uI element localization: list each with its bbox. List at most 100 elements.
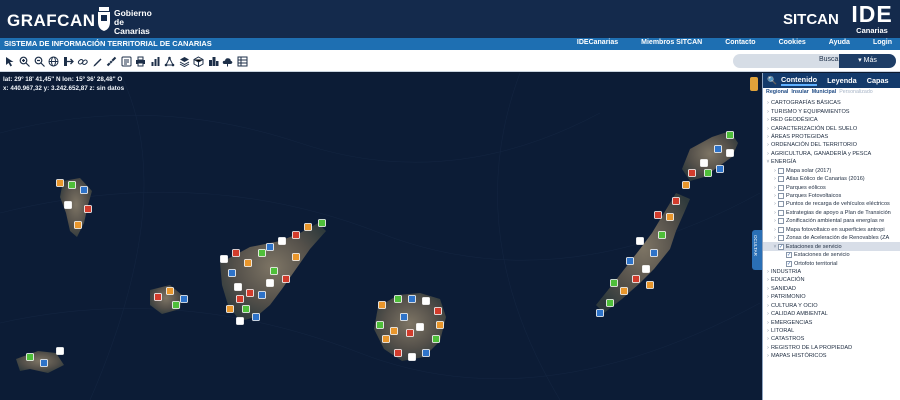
fuel-station-marker[interactable] bbox=[74, 221, 82, 229]
fuel-station-marker[interactable] bbox=[422, 297, 430, 305]
tab-leyenda[interactable]: Leyenda bbox=[827, 76, 857, 85]
fuel-station-marker[interactable] bbox=[700, 159, 708, 167]
fuel-station-marker[interactable] bbox=[606, 299, 614, 307]
nav-link-contacto[interactable]: Contacto bbox=[725, 39, 755, 46]
globe-icon[interactable] bbox=[47, 54, 62, 68]
layer-tree-row[interactable]: › CULTURA Y OCIO bbox=[763, 302, 900, 310]
fuel-station-marker[interactable] bbox=[682, 181, 690, 189]
layer-checkbox[interactable] bbox=[778, 184, 784, 191]
fuel-station-marker[interactable] bbox=[80, 186, 88, 194]
select-icon[interactable] bbox=[3, 54, 18, 68]
fuel-station-marker[interactable] bbox=[610, 279, 618, 287]
nav-link-miembros[interactable]: Miembros SITCAN bbox=[641, 39, 702, 46]
zoom-out-icon[interactable] bbox=[32, 54, 47, 68]
layer-tree-row[interactable]: › Mapa fotovoltaico en superficies antrop… bbox=[763, 226, 900, 234]
cloud-icon[interactable] bbox=[221, 54, 236, 68]
fuel-station-marker[interactable] bbox=[258, 249, 266, 257]
fuel-station-marker[interactable] bbox=[726, 149, 734, 157]
fuel-station-marker[interactable] bbox=[406, 329, 414, 337]
layer-tree-row[interactable]: › CARTOGRAFÍAS BÁSICAS bbox=[763, 99, 900, 107]
fuel-station-marker[interactable] bbox=[436, 321, 444, 329]
layer-checkbox[interactable] bbox=[778, 193, 784, 200]
layer-checkbox[interactable]: ✓ bbox=[786, 252, 792, 259]
fuel-station-marker[interactable] bbox=[422, 349, 430, 357]
layer-checkbox[interactable] bbox=[778, 176, 784, 183]
fuel-station-marker[interactable] bbox=[378, 301, 386, 309]
fuel-station-marker[interactable] bbox=[228, 269, 236, 277]
layer-tree-row[interactable]: › Parques Fotovoltaicos bbox=[763, 192, 900, 200]
layer-tree-row[interactable]: ✓ Estaciones de servicio bbox=[763, 251, 900, 259]
ide-canarias-logo[interactable]: IDE Canarias bbox=[850, 2, 894, 35]
fuel-station-marker[interactable] bbox=[258, 291, 266, 299]
fuel-station-marker[interactable] bbox=[56, 347, 64, 355]
layer-tree-row[interactable]: › AGRICULTURA, GANADERÍA y PESCA bbox=[763, 150, 900, 158]
fuel-station-marker[interactable] bbox=[232, 249, 240, 257]
fuel-station-marker[interactable] bbox=[180, 295, 188, 303]
fuel-station-marker[interactable] bbox=[382, 335, 390, 343]
layer-tree-row[interactable]: › Puntos de recarga de vehículos eléctric… bbox=[763, 200, 900, 208]
layer-tree-row[interactable]: › MAPAS HISTÓRICOS bbox=[763, 352, 900, 360]
fuel-station-marker[interactable] bbox=[266, 243, 274, 251]
table-icon[interactable] bbox=[235, 54, 250, 68]
fuel-station-marker[interactable] bbox=[632, 275, 640, 283]
fuel-station-marker[interactable] bbox=[672, 197, 680, 205]
layer-tree-row[interactable]: › CARACTERIZACIÓN DEL SUELO bbox=[763, 124, 900, 132]
panel-toggle-tab[interactable]: OCULTAR bbox=[752, 230, 762, 270]
fuel-station-marker[interactable] bbox=[68, 181, 76, 189]
fuel-station-marker[interactable] bbox=[408, 295, 416, 303]
fuel-station-marker[interactable] bbox=[26, 353, 34, 361]
fuel-station-marker[interactable] bbox=[236, 295, 244, 303]
layer-tree-row[interactable]: › CALIDAD AMBIENTAL bbox=[763, 310, 900, 318]
fuel-station-marker[interactable] bbox=[646, 281, 654, 289]
layer-tree-row[interactable]: › Mapa solar (2017) bbox=[763, 167, 900, 175]
layer-tree-row[interactable]: › INDUSTRIA bbox=[763, 268, 900, 276]
fuel-station-marker[interactable] bbox=[318, 219, 326, 227]
fuel-station-marker[interactable] bbox=[292, 231, 300, 239]
fuel-station-marker[interactable] bbox=[400, 313, 408, 321]
fuel-station-marker[interactable] bbox=[416, 323, 424, 331]
fuel-station-marker[interactable] bbox=[154, 293, 162, 301]
fuel-station-marker[interactable] bbox=[166, 287, 174, 295]
draw-icon[interactable] bbox=[90, 54, 105, 68]
fuel-station-marker[interactable] bbox=[650, 249, 658, 257]
zoom-in-icon[interactable] bbox=[18, 54, 33, 68]
fuel-station-marker[interactable] bbox=[172, 301, 180, 309]
fuel-station-marker[interactable] bbox=[390, 327, 398, 335]
layer-tree-row[interactable]: › REGISTRO DE LA PROPIEDAD bbox=[763, 344, 900, 352]
tab-contenido[interactable]: Contenido bbox=[781, 75, 818, 86]
fuel-station-marker[interactable] bbox=[64, 201, 72, 209]
layer-checkbox[interactable] bbox=[778, 209, 784, 216]
scope-insular[interactable]: Insular bbox=[791, 89, 808, 97]
layer-checkbox[interactable] bbox=[778, 235, 784, 242]
fuel-station-marker[interactable] bbox=[40, 359, 48, 367]
link-icon[interactable] bbox=[76, 54, 91, 68]
fuel-station-marker[interactable] bbox=[626, 257, 634, 265]
layer-checkbox[interactable]: ✓ bbox=[786, 260, 792, 267]
cube-icon[interactable] bbox=[192, 54, 207, 68]
search-button[interactable]: Buscar bbox=[819, 56, 841, 63]
fuel-station-marker[interactable] bbox=[220, 255, 228, 263]
tab-capas[interactable]: Capas bbox=[867, 76, 889, 85]
fuel-station-marker[interactable] bbox=[408, 353, 416, 361]
layers-icon[interactable] bbox=[177, 54, 192, 68]
pegman-icon[interactable] bbox=[750, 77, 758, 91]
search-box[interactable]: Buscar ▾ Más bbox=[733, 54, 896, 68]
city-icon[interactable] bbox=[206, 54, 221, 68]
layer-tree-row[interactable]: ✓ Ortofoto territorial bbox=[763, 259, 900, 267]
fuel-station-marker[interactable] bbox=[234, 283, 242, 291]
fuel-station-marker[interactable] bbox=[246, 289, 254, 297]
exit-icon[interactable] bbox=[61, 54, 76, 68]
fuel-station-marker[interactable] bbox=[596, 309, 604, 317]
layer-tree-row[interactable]: › PATRIMONIO bbox=[763, 293, 900, 301]
fuel-station-marker[interactable] bbox=[620, 287, 628, 295]
scope-regional[interactable]: Regional bbox=[766, 89, 788, 97]
fuel-station-marker[interactable] bbox=[394, 349, 402, 357]
layer-tree-row[interactable]: › Atlas Eólico de Canarias (2016) bbox=[763, 175, 900, 183]
layer-tree-row[interactable]: › RED GEODÉSICA bbox=[763, 116, 900, 124]
layer-tree-row[interactable]: › ÁREAS PROTEGIDAS bbox=[763, 133, 900, 141]
fuel-station-marker[interactable] bbox=[292, 253, 300, 261]
layer-tree-row[interactable]: › EMERGENCIAS bbox=[763, 318, 900, 326]
fuel-station-marker[interactable] bbox=[282, 275, 290, 283]
layer-tree-row[interactable]: › Zonas de Aceleración de Renovables (ZA bbox=[763, 234, 900, 242]
layer-checkbox[interactable] bbox=[778, 226, 784, 233]
